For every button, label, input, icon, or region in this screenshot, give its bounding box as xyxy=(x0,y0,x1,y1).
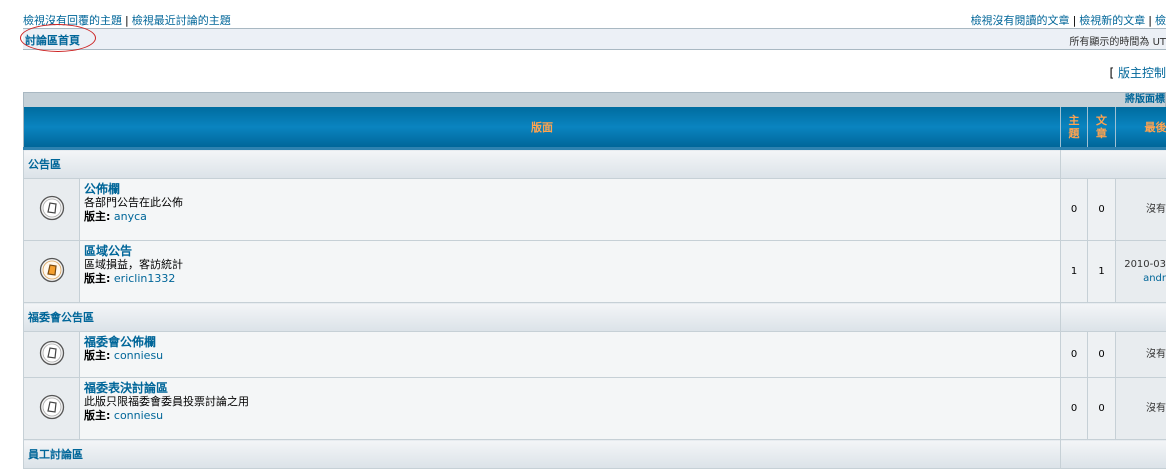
unread-posts-link[interactable]: 檢視沒有閱讀的文章 xyxy=(971,14,1070,27)
annotation-circle xyxy=(20,24,96,52)
forum-read-icon xyxy=(39,394,64,420)
forum-icon-cell xyxy=(23,240,80,303)
breadcrumb-bar: 討論區首頁 所有顯示的時間為 UT xyxy=(23,28,1166,50)
moderator-control-panel: [ 版主控制 xyxy=(1109,64,1166,81)
topics-count: 0 xyxy=(1060,377,1088,440)
topics-count: 0 xyxy=(1060,178,1088,241)
last-post-text: 沒有 xyxy=(1146,203,1166,215)
last-post-text: 沒有 xyxy=(1146,348,1166,360)
forum-moderators: 版主: conniesu xyxy=(84,409,1056,423)
moderator-label: 版主: xyxy=(84,349,111,362)
separator: | xyxy=(1072,14,1077,27)
forum-info: 福委表決討論區 此版只限福委會委員投票討論之用 版主: conniesu xyxy=(79,377,1061,440)
bracket: [ xyxy=(1109,66,1118,80)
moderator-label: 版主: xyxy=(84,210,111,223)
category-row: 員工討論區 xyxy=(23,439,1166,469)
forum-moderators: 版主: ericlin1332 xyxy=(84,272,1056,286)
posts-header-label: 文章 xyxy=(1096,114,1107,140)
more-link[interactable]: 檢 xyxy=(1155,14,1166,27)
forum-description: 各部門公告在此公佈 xyxy=(84,196,183,209)
forum-icon-cell xyxy=(23,377,80,440)
active-topics-link[interactable]: 檢視最近討論的主題 xyxy=(132,14,231,27)
last-post-cell: 沒有 xyxy=(1115,178,1166,241)
forum-moderators: 版主: anyca xyxy=(84,210,1056,224)
forum-title-link[interactable]: 公佈欄 xyxy=(84,182,1056,196)
topics-column-header: 主題 xyxy=(1060,107,1088,150)
forum-icon-cell xyxy=(23,178,80,241)
top-links-bar: 檢視沒有回覆的主題 | 檢視最近討論的主題 檢視沒有閱讀的文章 | 檢視新的文章 | 檢 xyxy=(23,12,1166,27)
forum-icon-cell xyxy=(23,331,80,378)
topics-count: 1 xyxy=(1060,240,1088,303)
category-spacer xyxy=(1060,439,1166,469)
category-link[interactable]: 福委會公告區 xyxy=(28,311,94,324)
topics-count: 0 xyxy=(1060,331,1088,378)
posts-count: 0 xyxy=(1087,377,1116,440)
forum-list: 將版面標 版面 主題 文章 最後 公告區 公佈欄 各部門公告在此公佈 版主: a… xyxy=(23,92,1166,469)
posts-count: 1 xyxy=(1087,240,1116,303)
posts-count: 0 xyxy=(1087,178,1116,241)
forum-row: 福委表決討論區 此版只限福委會委員投票討論之用 版主: conniesu 0 0… xyxy=(23,377,1166,440)
forum-title-link[interactable]: 區域公告 xyxy=(84,244,1056,258)
last-post-column-header: 最後 xyxy=(1115,107,1166,150)
mark-forums-read-strip: 將版面標 xyxy=(23,92,1166,107)
category-spacer xyxy=(1060,302,1166,332)
last-post-text: 沒有 xyxy=(1146,402,1166,414)
posts-column-header: 文章 xyxy=(1087,107,1116,150)
moderator-label: 版主: xyxy=(84,272,111,285)
forum-info: 福委會公佈欄 版主: conniesu xyxy=(79,331,1061,378)
category-link[interactable]: 公告區 xyxy=(28,158,61,171)
mark-forums-read-link[interactable]: 將版面標 xyxy=(1125,94,1165,105)
category-row: 公告區 xyxy=(23,148,1166,179)
moderator-cp-link[interactable]: 版主控制 xyxy=(1118,66,1166,80)
forum-read-icon xyxy=(39,340,64,366)
last-post-user-link[interactable]: andr xyxy=(1143,273,1165,284)
moderator-link[interactable]: conniesu xyxy=(114,349,163,362)
forum-title-link[interactable]: 福委會公佈欄 xyxy=(84,335,1056,349)
forum-row: 公佈欄 各部門公告在此公佈 版主: anyca 0 0 沒有 xyxy=(23,178,1166,241)
category-spacer xyxy=(1060,148,1166,179)
forum-title-link[interactable]: 福委表決討論區 xyxy=(84,381,1056,395)
timezone-text: 所有顯示的時間為 UT xyxy=(1069,37,1166,48)
forum-read-icon xyxy=(39,195,64,221)
category-name: 福委會公告區 xyxy=(23,302,1061,332)
separator: | xyxy=(125,14,129,27)
category-name: 公告區 xyxy=(23,148,1061,179)
moderator-link[interactable]: conniesu xyxy=(114,409,163,422)
last-post-date: 2010-03 xyxy=(1124,258,1166,270)
separator: | xyxy=(1148,14,1152,27)
forum-info: 區域公告 區域損益，客訪統計 版主: ericlin1332 xyxy=(79,240,1061,303)
new-posts-link[interactable]: 檢視新的文章 xyxy=(1079,14,1145,27)
forum-description: 此版只限福委會委員投票討論之用 xyxy=(84,395,249,408)
forum-row: 福委會公佈欄 版主: conniesu 0 0 沒有 xyxy=(23,331,1166,378)
forum-unread-icon xyxy=(39,257,64,283)
forum-moderators: 版主: conniesu xyxy=(84,349,1056,363)
forum-description: 區域損益，客訪統計 xyxy=(84,258,183,271)
forum-column-header: 版面 xyxy=(23,107,1061,150)
category-row: 福委會公告區 xyxy=(23,302,1166,332)
category-name: 員工討論區 xyxy=(23,439,1061,469)
last-post-cell: 沒有 xyxy=(1115,331,1166,378)
topics-header-label: 主題 xyxy=(1068,114,1080,140)
last-post-cell: 沒有 xyxy=(1115,377,1166,440)
forum-row: 區域公告 區域損益，客訪統計 版主: ericlin1332 1 1 2010-… xyxy=(23,240,1166,303)
forum-table: 版面 主題 文章 最後 公告區 公佈欄 各部門公告在此公佈 版主: anyca … xyxy=(23,107,1166,469)
moderator-label: 版主: xyxy=(84,409,111,422)
moderator-link[interactable]: anyca xyxy=(114,210,147,223)
posts-count: 0 xyxy=(1087,331,1116,378)
moderator-link[interactable]: ericlin1332 xyxy=(114,272,175,285)
last-post-cell: 2010-03 andr xyxy=(1115,240,1166,303)
category-link[interactable]: 員工討論區 xyxy=(28,448,83,461)
forum-info: 公佈欄 各部門公告在此公佈 版主: anyca xyxy=(79,178,1061,241)
